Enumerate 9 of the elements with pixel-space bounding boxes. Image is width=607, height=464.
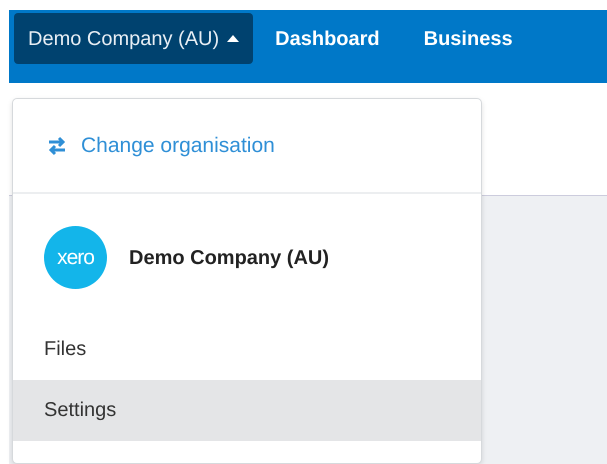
nav-link[interactable]: Business <box>402 13 535 64</box>
caret-icon <box>227 35 240 42</box>
menu-item[interactable]: Files <box>13 319 481 380</box>
nav-link[interactable]: Dashboard <box>253 13 402 64</box>
organisation-switcher[interactable]: Demo Company (AU) <box>14 13 254 64</box>
swap-arrows-icon <box>47 136 67 156</box>
menu-item[interactable]: Settings <box>13 380 481 441</box>
organisation-name: Demo Company (AU) <box>129 246 330 270</box>
organisation-logo: xero <box>44 226 107 289</box>
